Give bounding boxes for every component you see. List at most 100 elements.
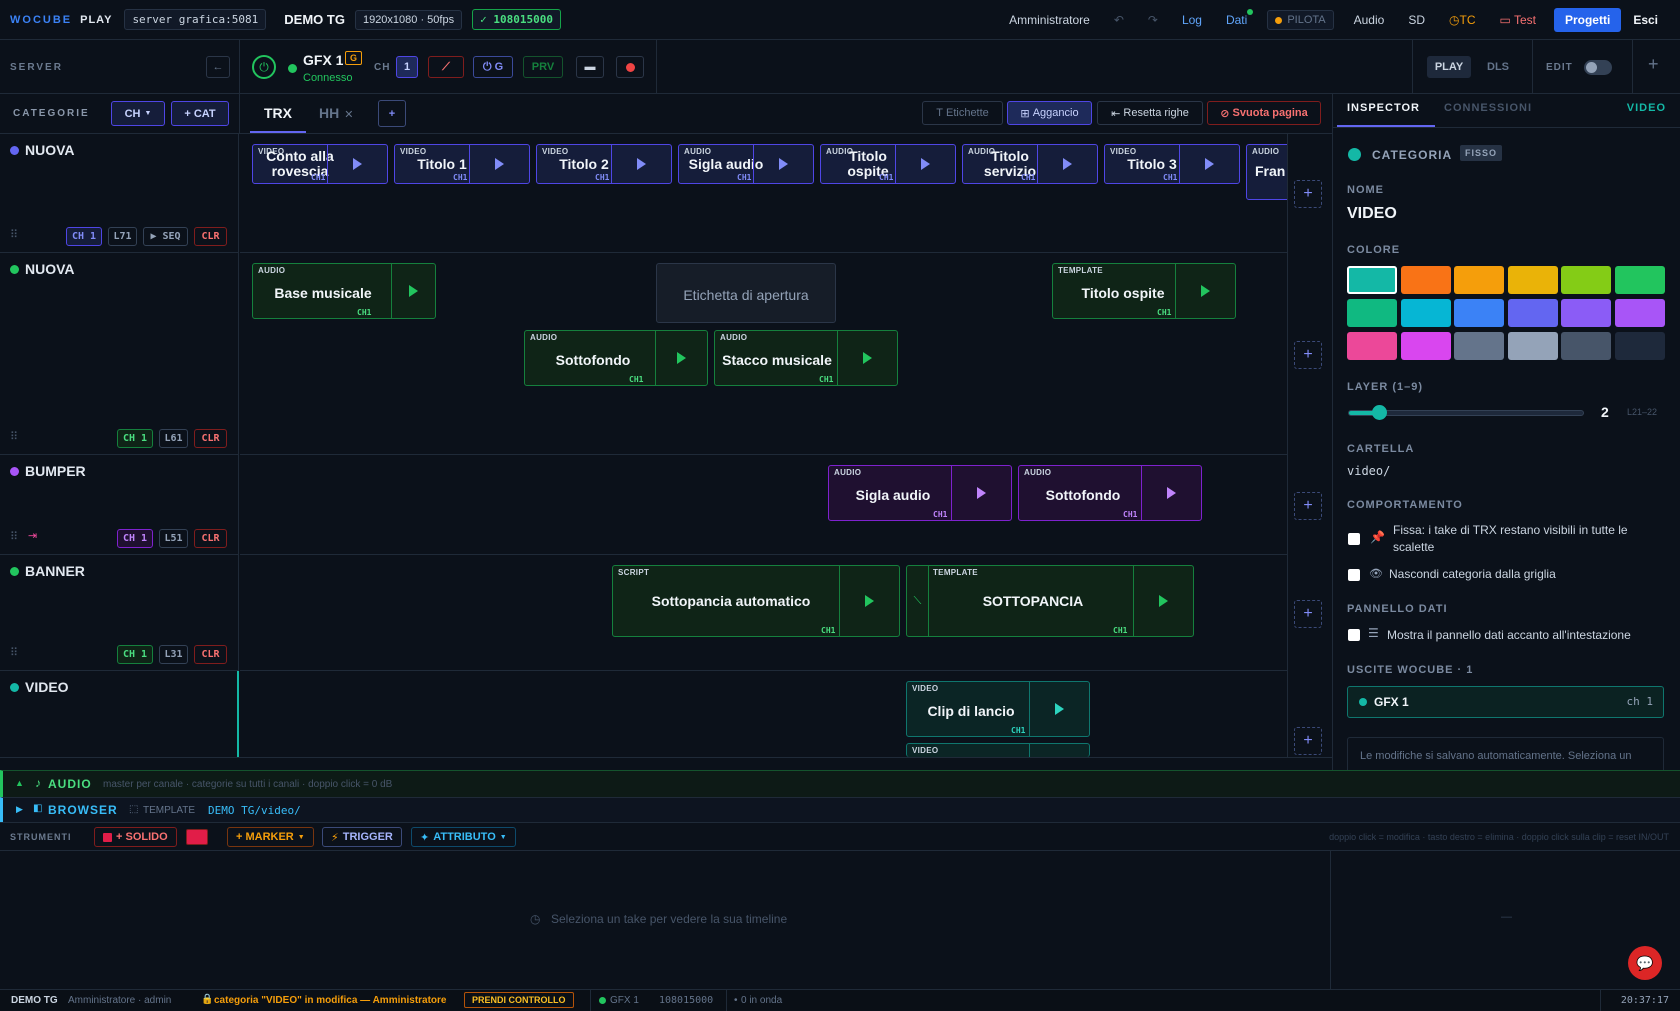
tab-trx[interactable]: TRX: [250, 94, 306, 133]
clip[interactable]: VIDEO Titolo 2 CH1: [536, 144, 672, 184]
color-swatch[interactable]: [1507, 266, 1558, 294]
undo-icon[interactable]: ↶: [1102, 13, 1136, 27]
etichette-button[interactable]: T Etichette: [922, 101, 1003, 125]
nascondi-checkbox[interactable]: [1348, 569, 1360, 581]
prv-button[interactable]: PRV: [523, 56, 563, 78]
clip[interactable]: AUDIO Sigla audio CH1: [828, 465, 1012, 521]
clip[interactable]: ⟍ TEMPLATE SOTTOPANCIA CH1: [906, 565, 1194, 637]
g-power-button[interactable]: ⏻ G: [473, 56, 513, 78]
clip[interactable]: VIDEO Clip di lancio CH1: [906, 681, 1090, 737]
ch-value-button[interactable]: 1: [396, 56, 418, 78]
clip[interactable]: AUDIOFran - E: [1246, 144, 1287, 200]
seq-tag[interactable]: ▶ SEQ: [143, 227, 188, 246]
color-swatch[interactable]: [1614, 299, 1665, 327]
category-row-selected[interactable]: VIDEO: [0, 671, 239, 757]
clip-play-button[interactable]: [655, 331, 707, 385]
clip[interactable]: AUDIO Stacco musicale CH1: [714, 330, 898, 386]
label-block[interactable]: Etichetta di apertura: [656, 263, 836, 323]
cartella-value[interactable]: video/: [1347, 464, 1390, 478]
edit-toggle[interactable]: [1584, 60, 1612, 75]
drag-handle-icon[interactable]: ⠿: [10, 646, 18, 659]
progetti-button[interactable]: Progetti: [1553, 8, 1622, 32]
aggancio-button[interactable]: ⊞ Aggancio: [1007, 101, 1092, 125]
drag-handle-icon[interactable]: ⠿: [10, 530, 18, 543]
clip[interactable]: AUDIO Titolo servizio CH1: [962, 144, 1098, 184]
clip-play-button[interactable]: [753, 145, 813, 183]
clip-play-button[interactable]: [1175, 264, 1235, 318]
layer-tag[interactable]: L71: [108, 227, 137, 246]
fissa-checkbox[interactable]: [1348, 533, 1360, 545]
tab-connessioni[interactable]: CONNESSIONI: [1444, 102, 1532, 114]
clip[interactable]: AUDIO Titolo ospite CH1: [820, 144, 956, 184]
category-row[interactable]: NUOVA ⠿ CH 1 L61 CLR: [0, 253, 239, 455]
pilota-button[interactable]: PILOTA: [1267, 10, 1334, 30]
clip-play-button[interactable]: [327, 145, 387, 183]
attributo-button[interactable]: ✦ ATTRIBUTO ▼: [411, 827, 516, 847]
channel-tag[interactable]: CH 1: [117, 429, 153, 448]
solido-color-picker[interactable]: [186, 829, 208, 845]
color-swatch[interactable]: [1507, 299, 1558, 327]
tab-inspector[interactable]: INSPECTOR: [1347, 102, 1420, 114]
color-swatch[interactable]: [1561, 266, 1611, 294]
chat-bubble-icon[interactable]: 💬: [1628, 946, 1662, 980]
clip-play-button[interactable]: [1133, 566, 1193, 636]
clip[interactable]: VIDEO Titolo 1 CH1: [394, 144, 530, 184]
template-label[interactable]: TEMPLATE: [143, 805, 195, 816]
keyboard-button[interactable]: ▬: [576, 56, 604, 78]
color-swatch[interactable]: [1507, 332, 1558, 360]
svuota-pagina-button[interactable]: ⊘ Svuota pagina: [1207, 101, 1321, 125]
clip-play-button[interactable]: [1179, 145, 1239, 183]
dls-mode-button[interactable]: DLS: [1476, 56, 1520, 78]
clip[interactable]: AUDIO Sottofondo CH1: [524, 330, 708, 386]
browser-path[interactable]: DEMO TG/video/: [208, 804, 301, 817]
clip-play-button[interactable]: [469, 145, 529, 183]
add-clip-button[interactable]: +: [1294, 341, 1322, 369]
clip-play-button[interactable]: [1037, 145, 1097, 183]
record-button[interactable]: [616, 56, 644, 78]
resetta-righe-button[interactable]: ⇤ Resetta righe: [1097, 101, 1203, 125]
channel-tag[interactable]: CH 1: [66, 227, 102, 246]
timeline-area[interactable]: ◷ Seleziona un take per vedere la sua ti…: [0, 851, 1330, 989]
add-clip-button[interactable]: +: [1294, 600, 1322, 628]
color-swatch[interactable]: [1561, 299, 1611, 327]
color-swatch[interactable]: [1454, 332, 1504, 360]
power-icon[interactable]: ⏻: [252, 55, 276, 79]
clr-tag[interactable]: CLR: [194, 529, 227, 548]
nome-field[interactable]: VIDEO: [1347, 205, 1397, 223]
clr-tag[interactable]: CLR: [194, 227, 227, 246]
output-item[interactable]: GFX 1 ch 1: [1347, 686, 1664, 718]
expand-right-icon[interactable]: ▶: [16, 804, 23, 815]
clip-play-button[interactable]: [895, 145, 955, 183]
esci-button[interactable]: Esci: [1621, 13, 1670, 27]
add-solido-button[interactable]: + SOLIDO: [94, 827, 177, 847]
clip-play-button[interactable]: [837, 331, 897, 385]
trigger-button[interactable]: ⚡ TRIGGER: [322, 827, 402, 847]
add-tab-button[interactable]: +: [378, 100, 406, 127]
drag-handle-icon[interactable]: ⠿: [10, 430, 18, 443]
add-clip-button[interactable]: +: [1294, 727, 1322, 755]
clr-tag[interactable]: CLR: [194, 645, 227, 664]
collapse-back-button[interactable]: ←: [206, 56, 230, 78]
layer-tag[interactable]: L61: [159, 429, 188, 448]
color-swatch[interactable]: [1454, 299, 1504, 327]
color-swatch[interactable]: [1614, 266, 1665, 294]
layer-tag[interactable]: L31: [159, 645, 188, 664]
tc-button[interactable]: ◷TC: [1437, 13, 1487, 27]
add-category-button[interactable]: + CAT: [171, 101, 229, 126]
category-row[interactable]: NUOVA ⠿ CH 1 L71 ▶ SEQ CLR: [0, 134, 239, 253]
collapse-up-icon[interactable]: ▲: [15, 778, 24, 788]
clip[interactable]: AUDIO Base musicale CH1: [252, 263, 436, 319]
log-button[interactable]: Log: [1170, 13, 1214, 27]
tab-hh[interactable]: HH ✕: [319, 105, 353, 121]
color-swatch[interactable]: [1400, 266, 1451, 294]
play-mode-button[interactable]: PLAY: [1427, 56, 1471, 78]
drag-handle-icon[interactable]: ⠿: [10, 228, 18, 241]
sd-button[interactable]: SD: [1396, 13, 1437, 27]
color-swatch[interactable]: [1347, 332, 1397, 360]
layer-tag[interactable]: L51: [159, 529, 188, 548]
clip-play-button[interactable]: [391, 264, 435, 318]
color-swatch[interactable]: [1400, 299, 1451, 327]
audio-bar[interactable]: ▲ ♪ AUDIO master per canale · categorie …: [0, 770, 1680, 797]
clip-play-button[interactable]: [1141, 466, 1201, 520]
clip[interactable]: AUDIO Sottofondo CH1: [1018, 465, 1202, 521]
